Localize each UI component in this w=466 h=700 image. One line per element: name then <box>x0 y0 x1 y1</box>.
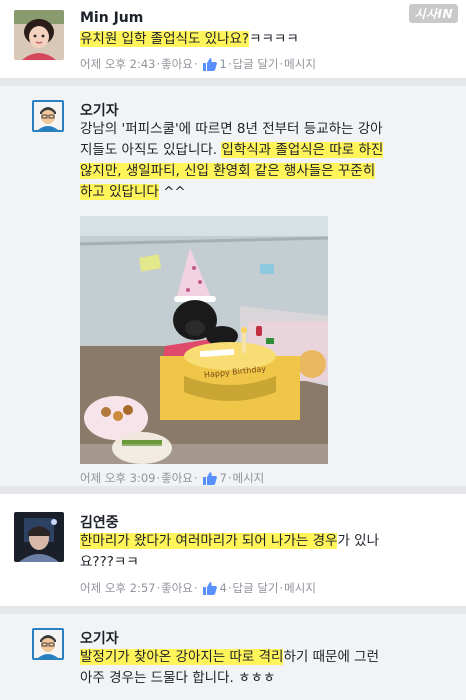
like-link[interactable]: 좋아요 <box>161 56 193 72</box>
like-link[interactable]: 좋아요 <box>161 580 193 596</box>
like-count: 4 <box>219 581 227 595</box>
timestamp[interactable]: 어제 오후 2:43 <box>80 56 155 72</box>
author-name[interactable]: 오기자 <box>80 100 119 120</box>
like-thumb-icon <box>202 471 217 485</box>
reply-reporter-1: 오기자 강남의 '퍼피스쿨'에 따르면 8년 전부터 등교하는 강아 지들도 아… <box>0 86 466 486</box>
divider <box>0 606 466 614</box>
comment-meta: 어제 오후 2:57 · 좋아요 · 4 · 답글 달기 · 메시지 <box>80 580 316 596</box>
like-thumb-icon <box>202 581 217 595</box>
comment-kim-yeonjung: 김연중 한마리가 왔다가 여러마리가 되어 나가는 경우가 있나 요???ㅋㅋ … <box>0 494 466 606</box>
author-name[interactable]: Min Jum <box>80 10 143 26</box>
avatar[interactable] <box>32 628 64 660</box>
like-count: 7 <box>219 471 227 485</box>
comment-meta: 어제 오후 2:43 · 좋아요 · 1 · 답글 달기 · 메시지 <box>80 56 316 72</box>
comment-text: 강남의 '퍼피스쿨'에 따르면 8년 전부터 등교하는 강아 지들도 아직도 있… <box>80 121 384 200</box>
avatar[interactable] <box>14 512 64 562</box>
author-name[interactable]: 김연중 <box>80 512 119 532</box>
comment-text: 한마리가 왔다가 여러마리가 되어 나가는 경우가 있나 요???ㅋㅋ <box>80 533 379 570</box>
divider <box>0 486 466 494</box>
reply-link[interactable]: 답글 달기 <box>233 56 279 72</box>
comment-min-jum: Min Jum 시사IN 유치원 입학 졸업식도 있나요?ㅋㅋㅋㅋ 어제 오후 … <box>0 0 466 78</box>
message-link[interactable]: 메시지 <box>284 580 316 596</box>
watermark-logo: 시사IN <box>409 4 458 23</box>
avatar[interactable] <box>14 10 64 60</box>
message-link[interactable]: 메시지 <box>233 470 265 486</box>
author-name[interactable]: 오기자 <box>80 628 119 648</box>
like-thumb-icon <box>202 57 217 71</box>
attached-photo[interactable]: Happy Birthday <box>80 216 328 464</box>
reply-link[interactable]: 답글 달기 <box>233 580 279 596</box>
comment-meta: 어제 오후 3:09 · 좋아요 · 7 · 메시지 <box>80 470 265 486</box>
timestamp[interactable]: 어제 오후 2:57 <box>80 580 155 596</box>
reply-reporter-2: 오기자 발정기가 찾아온 강아지는 따로 격리하기 때문에 그런 아주 경우는 … <box>0 614 466 700</box>
comment-text: 유치원 입학 졸업식도 있나요?ㅋㅋㅋㅋ <box>80 31 299 47</box>
avatar[interactable] <box>32 100 64 132</box>
message-link[interactable]: 메시지 <box>284 56 316 72</box>
timestamp[interactable]: 어제 오후 3:09 <box>80 470 155 486</box>
divider <box>0 78 466 86</box>
like-count: 1 <box>219 57 227 71</box>
like-link[interactable]: 좋아요 <box>161 470 193 486</box>
comment-text: 발정기가 찾아온 강아지는 따로 격리하기 때문에 그런 아주 경우는 드물다 … <box>80 649 379 686</box>
